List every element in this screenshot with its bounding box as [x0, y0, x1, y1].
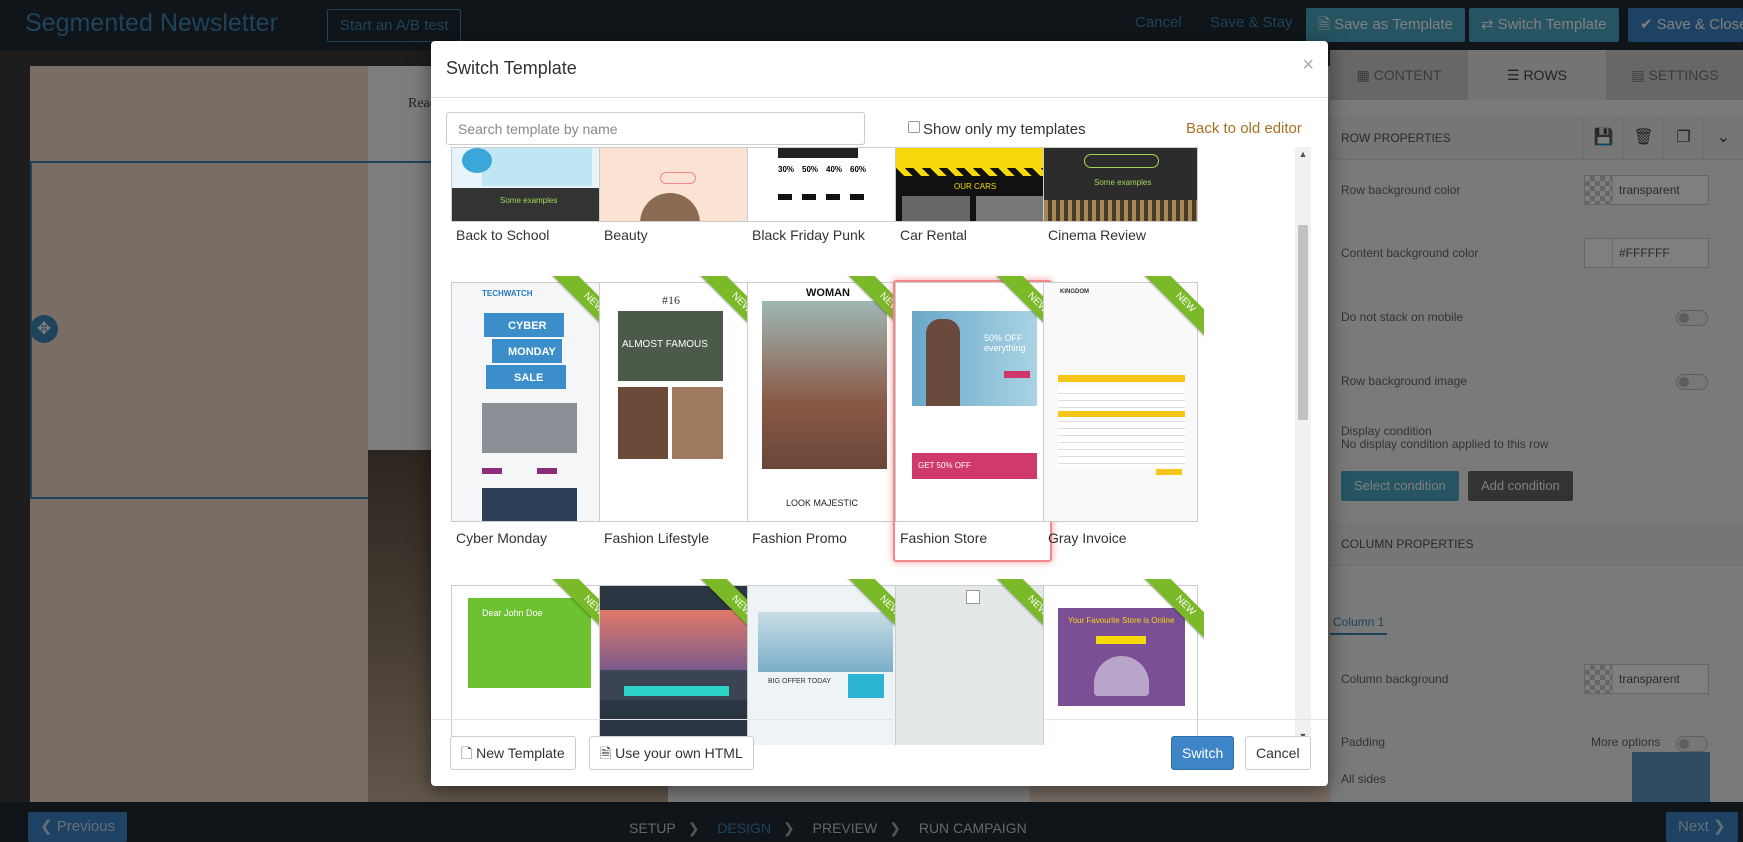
issue-number: #16 [662, 293, 680, 307]
template-thumbnail: Some examples [451, 147, 606, 222]
store-get-text: GET 50% OFF [918, 461, 971, 470]
template-card[interactable]: NEW [599, 579, 760, 745]
template-card[interactable]: #16 ALMOST FAMOUS NEW Fashion Lifestyle [599, 276, 760, 546]
template-thumbnail [599, 147, 754, 222]
discount-2: 50% [802, 165, 819, 174]
switch-button[interactable]: Switch [1171, 736, 1235, 770]
only-my-templates-label: Show only my templates [923, 121, 1086, 138]
dear-john-text: Dear John Doe [482, 608, 543, 618]
some-examples-text: Some examples [500, 196, 558, 205]
template-search-input[interactable] [446, 112, 865, 145]
template-card-selected[interactable]: 50% OFF everything GET 50% OFF NEW Fashi… [893, 276, 1056, 562]
techwatch-logo: TECHWATCH [482, 289, 533, 298]
own-html-button[interactable]: 🗎 Use your own HTML [589, 736, 754, 770]
file-icon: 🗋 [461, 745, 477, 761]
template-name: Beauty [604, 227, 648, 243]
code-file-icon: 🗎 [600, 745, 616, 761]
own-html-label: Use your own HTML [615, 745, 743, 761]
only-my-templates-checkbox[interactable]: Show only my templates [908, 121, 1086, 138]
some-examples-text: Some examples [1094, 178, 1152, 187]
new-template-button[interactable]: 🗋 New Template [450, 736, 576, 770]
big-offer-text: BIG OFFER TODAY [768, 678, 832, 685]
switch-template-modal: Switch Template × Show only my templates… [431, 41, 1328, 786]
divider [431, 97, 1328, 98]
template-name: Cyber Monday [456, 530, 548, 546]
new-ribbon: NEW [1132, 276, 1204, 348]
template-name: Fashion Store [900, 530, 988, 546]
template-card[interactable]: NEW [895, 579, 1056, 745]
new-badge: NEW [1143, 276, 1204, 345]
template-name: Gray Invoice [1048, 530, 1127, 546]
template-grid: Some examples Back to School Beauty 30% … [446, 147, 1298, 745]
template-name: Back to School [456, 227, 550, 243]
template-thumbnail: 30% 50% 40% 60% [747, 147, 902, 222]
template-name: Fashion Lifestyle [604, 530, 710, 546]
scroll-thumb[interactable] [1298, 225, 1308, 420]
broken-image-icon [966, 590, 980, 604]
discount-1: 30% [778, 165, 795, 174]
checkbox-icon[interactable] [908, 121, 920, 133]
discount-4: 60% [850, 165, 867, 174]
scroll-up-icon[interactable]: ▲ [1295, 149, 1311, 159]
template-card[interactable]: TECHWATCH CYBER MONDAY SALE NEW Cyber Mo… [451, 276, 612, 546]
our-cars-text: OUR CARS [954, 182, 997, 191]
template-grid-scrollbar[interactable]: ▲ ▼ [1295, 147, 1311, 745]
modal-cancel-button[interactable]: Cancel [1245, 736, 1311, 770]
discount-3: 40% [826, 165, 843, 174]
close-icon[interactable]: × [1302, 54, 1314, 77]
template-thumbnail: Some examples [1043, 147, 1198, 222]
new-ribbon: NEW [1132, 579, 1204, 651]
template-card[interactable]: KINGDOM NEW Gray Invoice [1043, 276, 1204, 546]
divider [431, 719, 1328, 720]
sale-word: SALE [514, 372, 544, 384]
back-to-old-editor-link[interactable]: Back to old editor [1186, 120, 1302, 137]
template-name: Black Friday Punk [752, 227, 865, 243]
template-name: Cinema Review [1048, 227, 1147, 243]
template-card[interactable]: WOMAN LOOK MAJESTIC NEW Fashion Promo [747, 276, 908, 546]
template-name: Fashion Promo [752, 530, 847, 546]
look-majestic-text: LOOK MAJESTIC [786, 498, 859, 508]
template-card[interactable]: Your Favourite Store is Online NEW [1043, 579, 1204, 745]
new-template-label: New Template [476, 745, 565, 761]
template-card[interactable]: Dear John Doe NEW [451, 579, 612, 745]
modal-title: Switch Template [446, 58, 577, 78]
new-badge: NEW [1143, 579, 1204, 648]
kingdom-logo: KINGDOM [1060, 289, 1089, 295]
template-name: Car Rental [900, 227, 967, 243]
template-thumbnail: OUR CARS [895, 147, 1050, 222]
template-card[interactable]: BIG OFFER TODAY NEW [747, 579, 908, 745]
